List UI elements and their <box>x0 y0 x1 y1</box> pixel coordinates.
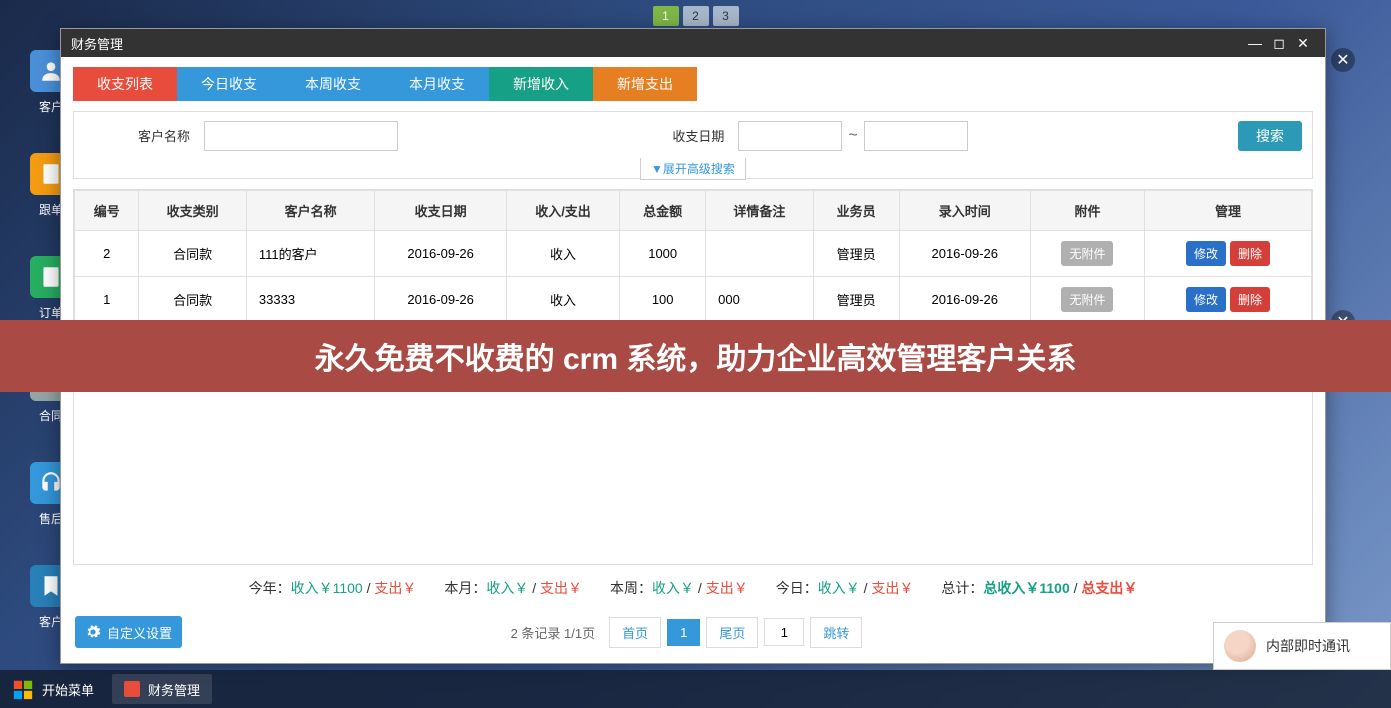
date-to-input[interactable] <box>864 121 968 151</box>
avatar <box>1224 630 1256 662</box>
cell: 100 <box>620 277 706 323</box>
tab-list[interactable]: 收支列表 <box>73 67 177 101</box>
current-page[interactable]: 1 <box>667 619 700 646</box>
tab-bar: 收支列表 今日收支 本周收支 本月收支 新增收入 新增支出 <box>73 67 1313 101</box>
tab-add-income[interactable]: 新增收入 <box>489 67 593 101</box>
close-icon[interactable]: ✕ <box>1331 48 1355 72</box>
maximize-button[interactable]: ◻ <box>1267 33 1291 53</box>
attachment-button[interactable]: 无附件 <box>1061 287 1113 312</box>
tab-week[interactable]: 本周收支 <box>281 67 385 101</box>
desktop-page-3[interactable]: 3 <box>713 6 739 26</box>
custom-settings-button[interactable]: 自定义设置 <box>75 616 182 648</box>
last-page-button[interactable]: 尾页 <box>706 617 758 648</box>
minimize-button[interactable]: — <box>1243 33 1267 53</box>
date-from-input[interactable] <box>738 121 842 151</box>
col-header: 总金额 <box>620 191 706 231</box>
search-button[interactable]: 搜索 <box>1238 121 1302 151</box>
tilde: ~ <box>848 127 857 145</box>
taskbar: 开始菜单 财务管理 <box>0 670 1391 708</box>
cell: 33333 <box>246 277 375 323</box>
customer-name-label: 客户名称 <box>84 126 204 145</box>
cell: 收入 <box>506 277 619 323</box>
cell: 合同款 <box>139 277 246 323</box>
desktop-pager: 1 2 3 <box>653 6 739 26</box>
cell: 1000 <box>620 231 706 277</box>
cell: 2016-09-26 <box>375 277 506 323</box>
edit-button[interactable]: 修改 <box>1186 287 1226 312</box>
summary-bar: 今年：收入￥1100 / 支出￥ 本月：收入￥ / 支出￥ 本周：收入￥ / 支… <box>73 565 1313 611</box>
tab-month[interactable]: 本月收支 <box>385 67 489 101</box>
cell: 管理员 <box>813 231 899 277</box>
chat-widget[interactable]: 内部即时通讯 <box>1213 622 1391 670</box>
taskbar-item-finance[interactable]: 财务管理 <box>112 674 212 704</box>
pagination: 2 条记录 1/1页 首页 1 尾页 跳转 <box>182 617 1191 648</box>
cell: 合同款 <box>139 231 246 277</box>
titlebar[interactable]: 财务管理 — ◻ ✕ <box>61 29 1325 57</box>
gear-icon <box>85 624 101 640</box>
customer-name-input[interactable] <box>204 121 398 151</box>
first-page-button[interactable]: 首页 <box>609 617 661 648</box>
cell: 000 <box>706 277 813 323</box>
col-header: 收支类别 <box>139 191 246 231</box>
delete-button[interactable]: 删除 <box>1230 241 1270 266</box>
cell: 2016-09-26 <box>899 277 1030 323</box>
table-row: 1合同款333332016-09-26收入100000管理员2016-09-26… <box>75 277 1312 323</box>
table-row: 2合同款111的客户2016-09-26收入1000管理员2016-09-26无… <box>75 231 1312 277</box>
col-header: 录入时间 <box>899 191 1030 231</box>
cell: 2 <box>75 231 139 277</box>
col-header: 客户名称 <box>246 191 375 231</box>
cell: 111的客户 <box>246 231 375 277</box>
close-button[interactable]: ✕ <box>1291 33 1315 53</box>
jump-button[interactable]: 跳转 <box>810 617 862 648</box>
col-header: 附件 <box>1030 191 1144 231</box>
delete-button[interactable]: 删除 <box>1230 287 1270 312</box>
windows-logo-icon <box>12 678 34 700</box>
pager-row: 自定义设置 2 条记录 1/1页 首页 1 尾页 跳转 <box>73 611 1313 653</box>
cell: 收入 <box>506 231 619 277</box>
desktop-page-1[interactable]: 1 <box>653 6 679 26</box>
advanced-search-toggle[interactable]: ▼展开高级搜索 <box>640 158 746 180</box>
search-bar: 客户名称 收支日期 ~ 搜索 <box>73 111 1313 159</box>
advanced-search-wrap: ▼展开高级搜索 <box>73 159 1313 179</box>
col-header: 编号 <box>75 191 139 231</box>
attachment-button[interactable]: 无附件 <box>1061 241 1113 266</box>
desktop-page-2[interactable]: 2 <box>683 6 709 26</box>
page-info: 2 条记录 1/1页 <box>511 623 596 642</box>
promo-banner: 永久免费不收费的 crm 系统，助力企业高效管理客户关系 <box>0 320 1391 392</box>
tab-add-expense[interactable]: 新增支出 <box>593 67 697 101</box>
col-header: 收入/支出 <box>506 191 619 231</box>
col-header: 管理 <box>1144 191 1311 231</box>
cell: 2016-09-26 <box>375 231 506 277</box>
cell: 管理员 <box>813 277 899 323</box>
edit-button[interactable]: 修改 <box>1186 241 1226 266</box>
start-menu-button[interactable]: 开始菜单 <box>0 670 106 708</box>
chat-label: 内部即时通讯 <box>1266 636 1350 656</box>
app-icon <box>124 681 140 697</box>
window-title: 财务管理 <box>71 34 123 53</box>
col-header: 收支日期 <box>375 191 506 231</box>
tab-today[interactable]: 今日收支 <box>177 67 281 101</box>
col-header: 业务员 <box>813 191 899 231</box>
cell: 1 <box>75 277 139 323</box>
cell: 2016-09-26 <box>899 231 1030 277</box>
cell <box>706 231 813 277</box>
col-header: 详情备注 <box>706 191 813 231</box>
date-label: 收支日期 <box>658 126 738 145</box>
page-input[interactable] <box>764 618 804 646</box>
